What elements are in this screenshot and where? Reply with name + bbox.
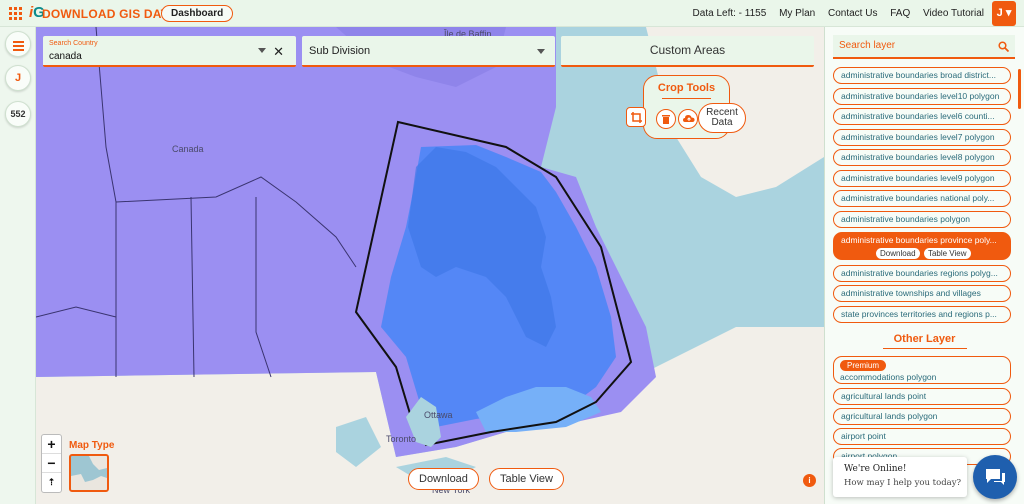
premium-layer-name: accommodations polygon [840,372,937,382]
table-view-button[interactable]: Table View [489,468,564,490]
left-rail: J 552 [0,27,36,504]
faq-link[interactable]: FAQ [890,8,910,19]
layer-item[interactable]: administrative boundaries level6 counti.… [833,108,1011,125]
chat-popup[interactable]: We're Online! How may I help you today? [833,457,967,497]
contact-us-link[interactable]: Contact Us [828,8,877,19]
crop-icon [631,112,642,123]
map-label-toronto: Toronto [386,434,417,444]
search-country-label: Search Country [49,40,98,47]
chat-title: We're Online! [844,464,907,474]
premium-layer-item[interactable]: Premium accommodations polygon [833,356,1011,384]
layer-item[interactable]: administrative boundaries level8 polygon [833,149,1011,166]
count-badge[interactable]: 552 [5,101,31,127]
premium-badge: Premium [840,360,887,371]
map-label-ottawa: Ottawa [424,410,453,420]
layer-download-button[interactable]: Download [876,248,920,259]
clear-icon[interactable]: ✕ [273,44,284,60]
zoom-out-button[interactable]: − [42,454,61,473]
layer-item[interactable]: administrative townships and villages [833,285,1011,302]
cloud-upload-icon [683,115,695,122]
user-menu-button[interactable]: J ▾ [992,1,1016,26]
sub-division-select[interactable]: Sub Division [302,36,555,67]
chevron-down-icon[interactable] [537,49,545,54]
layer-item[interactable]: administrative boundaries polygon [833,211,1011,228]
layer-item[interactable]: airport point [833,428,1011,445]
apps-grid-icon[interactable] [9,7,22,20]
data-left-text: Data Left: - 1155 [692,8,767,19]
zoom-in-button[interactable]: + [42,435,61,454]
layer-item[interactable]: agricultural lands point [833,388,1011,405]
layer-item[interactable]: state provinces territories and regions … [833,306,1011,323]
scrollbar-thumb[interactable] [1018,69,1021,109]
chat-icon [986,469,1005,485]
upload-button[interactable] [678,109,698,129]
sub-division-label: Sub Division [309,45,371,57]
crop-tools-title: Crop Tools [657,82,716,94]
map-type-label: Map Type [69,440,115,451]
other-layer-title: Other Layer [893,333,956,345]
chat-button[interactable] [973,455,1017,499]
menu-icon[interactable] [5,31,31,57]
layer-panel: Search layer administrative boundaries b… [824,27,1024,504]
layer-item[interactable]: administrative boundaries level7 polygon [833,129,1011,146]
top-links: Data Left: - 1155 My Plan Contact Us FAQ… [683,8,984,19]
download-button[interactable]: Download [408,468,479,490]
my-plan-link[interactable]: My Plan [779,8,815,19]
map-label-canada: Canada [172,144,204,154]
search-layer-placeholder: Search layer [839,40,896,51]
logo-text[interactable]: DOWNLOAD GIS DATA [42,7,176,21]
chevron-down-icon[interactable] [258,48,266,53]
zoom-control: + − ⇡ [41,434,62,493]
layer-item[interactable]: administrative boundaries regions polyg.… [833,265,1011,282]
layer-item[interactable]: administrative boundaries level9 polygon [833,170,1011,187]
map-type-thumbnail[interactable] [69,454,109,492]
info-icon[interactable]: i [803,474,816,487]
layer-table-view-button[interactable]: Table View [923,248,971,259]
layer-item[interactable]: administrative boundaries national poly.… [833,190,1011,207]
search-country-value[interactable]: canada [49,51,82,62]
layer-item-active[interactable]: administrative boundaries province poly.… [833,232,1011,260]
user-avatar[interactable]: J [5,65,31,91]
layer-item[interactable]: administrative boundaries level10 polygo… [833,88,1011,105]
crop-button[interactable] [626,107,646,127]
top-bar: iG DOWNLOAD GIS DATA Dashboard Data Left… [0,0,1024,27]
search-country-field[interactable]: Search Country canada ✕ [43,36,296,67]
trash-icon [662,115,670,124]
delete-button[interactable] [656,109,676,129]
recent-data-button[interactable]: Recent Data [698,103,746,133]
search-icon [998,41,1009,52]
active-layer-name: administrative boundaries province poly.… [841,235,997,245]
chat-subtitle: How may I help you today? [844,478,962,488]
custom-areas-button[interactable]: Custom Areas [561,36,814,67]
layer-item[interactable]: agricultural lands polygon [833,408,1011,425]
search-layer-input[interactable]: Search layer [833,35,1015,59]
dashboard-button[interactable]: Dashboard [161,5,234,22]
layer-item[interactable]: administrative boundaries broad district… [833,67,1011,84]
video-tutorial-link[interactable]: Video Tutorial [923,8,984,19]
reset-north-button[interactable]: ⇡ [42,473,61,492]
